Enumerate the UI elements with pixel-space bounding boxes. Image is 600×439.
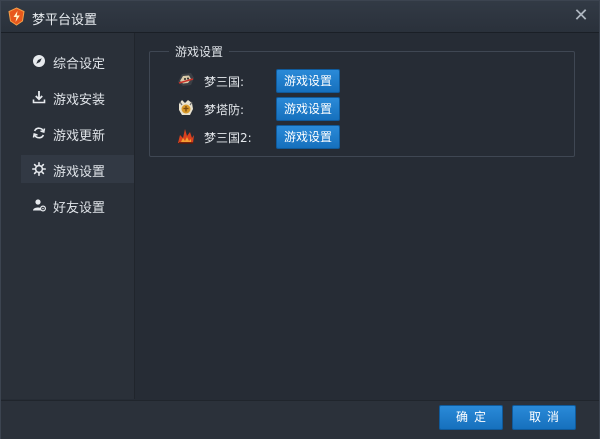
game-name: 梦三国: — [204, 75, 245, 89]
game-settings-button[interactable]: 游戏设置 — [276, 125, 340, 149]
close-icon: ✕ — [573, 5, 589, 26]
settings-window: 梦平台设置 ✕ 综合设定 游戏安装 游戏更新 游戏设置 好友设置 梦三国: 游戏… — [0, 0, 600, 439]
footer-bar: 确定 取消 — [1, 400, 599, 439]
main-panel: 梦三国: 游戏设置 梦塔防: 游戏设置 梦三国2: 游戏设置 游戏设置 — [135, 33, 599, 399]
group-title: 游戏设置 — [169, 43, 230, 60]
gear-icon — [32, 162, 46, 176]
game-settings-button[interactable]: 游戏设置 — [276, 69, 340, 93]
meng-sanguo-icon — [178, 73, 194, 86]
ok-button[interactable]: 确定 — [439, 405, 503, 430]
sidebar-item-general[interactable]: 综合设定 — [21, 47, 134, 75]
meng-sanguo-2-icon — [178, 129, 194, 144]
sidebar-item-label: 游戏安装 — [53, 93, 106, 108]
title-bar[interactable]: 梦平台设置 ✕ — [1, 1, 599, 33]
sidebar-item-game-settings[interactable]: 游戏设置 — [21, 155, 134, 183]
compass-icon — [33, 55, 45, 67]
game-name: 梦塔防: — [204, 103, 245, 117]
download-icon — [32, 91, 46, 104]
sidebar-item-label: 游戏设置 — [53, 165, 106, 180]
friend-settings-icon — [33, 199, 46, 212]
refresh-icon — [32, 127, 46, 139]
game-name: 梦三国2: — [204, 131, 252, 145]
game-settings-group: 梦三国: 游戏设置 梦塔防: 游戏设置 梦三国2: 游戏设置 — [149, 51, 575, 157]
cancel-button[interactable]: 取消 — [512, 405, 576, 430]
app-logo-icon — [8, 7, 25, 26]
sidebar-item-label: 好友设置 — [53, 201, 106, 216]
game-settings-button[interactable]: 游戏设置 — [276, 97, 340, 121]
sidebar-item-update[interactable]: 游戏更新 — [21, 119, 134, 147]
sidebar: 综合设定 游戏安装 游戏更新 游戏设置 好友设置 — [1, 33, 135, 399]
meng-tafang-icon — [179, 100, 193, 115]
sidebar-item-install[interactable]: 游戏安装 — [21, 83, 134, 111]
window-title: 梦平台设置 — [32, 13, 98, 28]
close-button[interactable]: ✕ — [571, 6, 591, 26]
sidebar-item-friends[interactable]: 好友设置 — [21, 191, 134, 219]
sidebar-item-label: 综合设定 — [53, 57, 106, 72]
sidebar-item-label: 游戏更新 — [53, 129, 106, 144]
